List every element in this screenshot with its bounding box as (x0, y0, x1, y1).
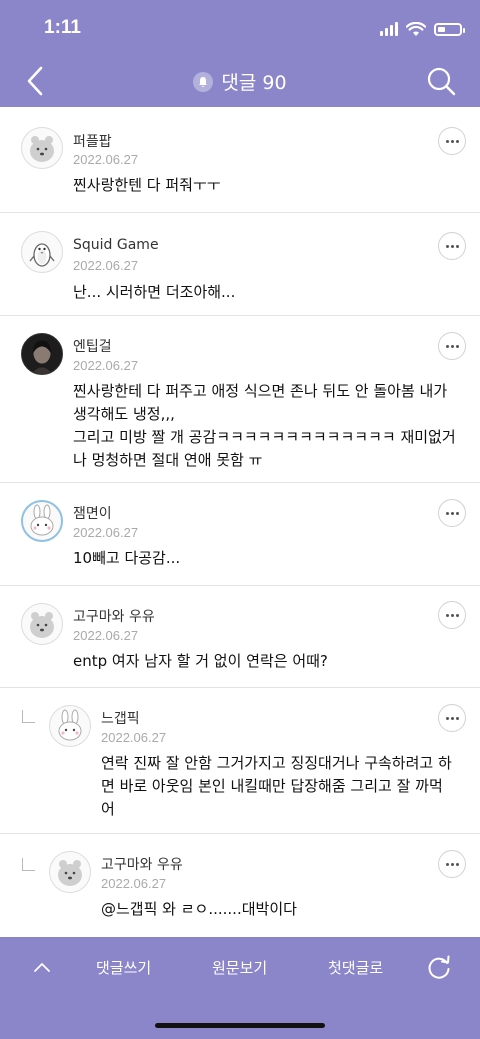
comment-text: 10빼고 다공감... (73, 547, 180, 570)
top-bar: 1:11 댓글 90 (0, 0, 480, 107)
comment-line: 난... 시러하면 더조아해... (73, 283, 236, 301)
comment-line: 찐사랑한텐 다 퍼줘ㅜㅜ (73, 176, 221, 194)
bear-avatar (21, 603, 63, 645)
refresh-button[interactable] (426, 955, 452, 981)
bell-icon (193, 71, 214, 92)
comment-author[interactable]: 엔팁걸 (73, 336, 112, 356)
comment-item: Squid Game 2022.06.27 난... 시러하면 더조아해... (0, 213, 480, 316)
first-comment-button[interactable]: 첫댓글로 (328, 957, 383, 978)
comment-text: entp 여자 남자 할 거 없이 연락은 어때? (73, 650, 328, 673)
comment-text: 찐사랑한텐 다 퍼줘ㅜㅜ (73, 174, 221, 197)
more-options-button[interactable] (438, 232, 466, 260)
comment-item: 고구마와 우유 2022.06.27 entp 여자 남자 할 거 없이 연락은… (0, 586, 480, 688)
comment-item: 퍼플팝 2022.06.27 찐사랑한텐 다 퍼줘ㅜㅜ (0, 107, 480, 213)
comment-author[interactable]: 잼면이 (73, 503, 112, 523)
comment-date: 2022.06.27 (73, 358, 139, 373)
comment-item: 엔팁걸 2022.06.27 찐사랑한테 다 퍼주고 애정 식으면 존나 뒤도 … (0, 316, 480, 483)
signal-icon (380, 22, 398, 36)
comment-line: entp 여자 남자 할 거 없이 연락은 어때? (73, 652, 328, 670)
comment-author[interactable]: 느갭픽 (101, 708, 140, 728)
comment-date: 2022.06.27 (73, 525, 139, 540)
comment-author[interactable]: 퍼플팝 (73, 131, 112, 151)
comment-date: 2022.06.27 (101, 730, 167, 745)
comment-date: 2022.06.27 (73, 152, 139, 167)
bear-avatar (21, 127, 63, 169)
more-options-button[interactable] (438, 332, 466, 360)
search-button[interactable] (426, 66, 456, 96)
comment-line: 면 바로 아웃임 본인 내킬때만 답장해줌 그리고 잘 까먹 (101, 777, 443, 795)
comment-text: 난... 시러하면 더조아해... (73, 281, 235, 304)
header-title-group: 댓글 90 (0, 68, 480, 95)
bottom-toolbar: 댓글쓰기 원문보기 첫댓글로 (0, 937, 480, 1039)
reply-indicator-icon (22, 710, 35, 723)
reply-item: 고구마와 우유 2022.06.27 @느갭픽 와 ㄹㅇ.......대박이다 (0, 834, 480, 937)
comment-author[interactable]: Squid Game (73, 237, 159, 253)
reply-item: 느갭픽 2022.06.27 연락 진짜 잘 안함 그거가지고 징징대거나 구속… (0, 688, 480, 834)
reply-indicator-icon (22, 858, 35, 871)
comment-item: 잼면이 2022.06.27 10빼고 다공감... (0, 483, 480, 586)
view-original-button[interactable]: 원문보기 (212, 957, 267, 978)
comment-date: 2022.06.27 (73, 628, 139, 643)
comment-line: 연락 진짜 잘 안함 그거가지고 징징대거나 구속하려고 하 (101, 754, 452, 772)
comment-line: 10빼고 다공감... (73, 549, 181, 567)
status-icons (380, 18, 465, 40)
wifi-icon (406, 21, 426, 36)
more-options-button[interactable] (438, 704, 466, 732)
comment-author[interactable]: 고구마와 우유 (73, 606, 155, 626)
penguin-avatar (21, 231, 63, 273)
more-options-button[interactable] (438, 850, 466, 878)
comment-author[interactable]: 고구마와 우유 (101, 854, 183, 874)
bear-avatar (49, 851, 91, 893)
home-indicator (155, 1023, 325, 1028)
profile-photo-avatar (21, 333, 63, 375)
more-options-button[interactable] (438, 499, 466, 527)
comment-line: 찐사랑한테 다 퍼주고 애정 식으면 존나 뒤도 안 돌아봄 내가 (73, 382, 448, 400)
rabbit-avatar (21, 500, 63, 542)
page-title: 댓글 90 (221, 72, 287, 94)
comment-date: 2022.06.27 (101, 876, 167, 891)
comment-list: 퍼플팝 2022.06.27 찐사랑한텐 다 퍼줘ㅜㅜ Squid Game 2… (0, 107, 480, 937)
comment-text: 연락 진짜 잘 안함 그거가지고 징징대거나 구속하려고 하 면 바로 아웃임 … (101, 752, 452, 821)
comment-line: 그리고 미방 짤 개 공감ㅋㅋㅋㅋㅋㅋㅋㅋㅋㅋㅋㅋㅋ 재미없거 (73, 428, 456, 446)
comment-line: 생각해도 냉정,,, (73, 405, 175, 423)
battery-icon (434, 22, 465, 36)
comment-line: @느갭픽 와 ㄹㅇ.......대박이다 (101, 900, 297, 918)
more-options-button[interactable] (438, 601, 466, 629)
comment-line: 어 (101, 800, 115, 818)
comment-line: 나 멍청하면 절대 연애 못함 ㅠ (73, 451, 263, 469)
scroll-top-button[interactable] (30, 957, 54, 977)
write-comment-button[interactable]: 댓글쓰기 (96, 957, 151, 978)
comment-text: @느갭픽 와 ㄹㅇ.......대박이다 (101, 898, 297, 921)
status-time: 1:11 (44, 17, 81, 38)
comment-date: 2022.06.27 (73, 258, 139, 273)
comment-text: 찐사랑한테 다 퍼주고 애정 식으면 존나 뒤도 안 돌아봄 내가 생각해도 냉… (73, 380, 456, 472)
rabbit-avatar (49, 705, 91, 747)
more-options-button[interactable] (438, 127, 466, 155)
